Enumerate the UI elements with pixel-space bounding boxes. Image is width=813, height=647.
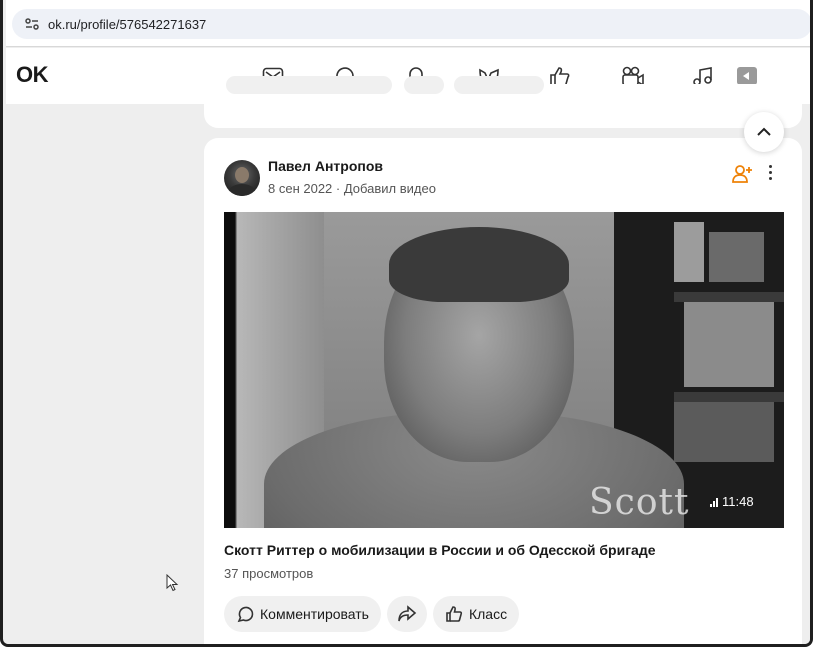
video-figure <box>389 227 569 302</box>
share-icon <box>398 605 417 622</box>
post-actions: Комментировать Класс <box>224 596 520 632</box>
comment-button[interactable]: Комментировать <box>224 596 381 632</box>
share-button[interactable] <box>386 596 427 632</box>
chevron-up-icon <box>757 127 771 136</box>
browser-window: ok.ru/profile/576542271637 OK Павел Антр… <box>0 0 813 647</box>
site-settings-icon[interactable] <box>20 12 44 36</box>
video-background <box>674 292 784 302</box>
quality-icon <box>710 497 718 507</box>
previous-share-button[interactable] <box>404 76 444 94</box>
klass-button[interactable]: Класс <box>432 596 520 632</box>
address-bar: ok.ru/profile/576542271637 <box>6 0 810 47</box>
post-menu-icon[interactable] <box>762 160 778 184</box>
url-text[interactable]: ok.ru/profile/576542271637 <box>48 17 206 32</box>
previous-comment-button[interactable] <box>226 76 392 94</box>
video-player[interactable]: Scott Ritter 11:48 <box>224 212 784 528</box>
video-title[interactable]: Скотт Риттер о мобилизации в России и об… <box>224 542 656 558</box>
previous-post-card <box>204 76 802 128</box>
post-meta: 8 сен 2022 · Добавил видео <box>268 181 436 196</box>
comment-label: Комментировать <box>260 606 369 622</box>
scroll-to-top-button[interactable] <box>744 112 784 152</box>
mouse-cursor-icon <box>166 573 180 592</box>
video-background <box>674 392 784 402</box>
post-author[interactable]: Павел Антропов <box>268 158 383 174</box>
like-icon <box>446 606 463 622</box>
omnibox[interactable]: ok.ru/profile/576542271637 <box>12 9 810 39</box>
duration-text: 11:48 <box>722 494 754 509</box>
add-friend-icon[interactable] <box>732 164 754 184</box>
previous-klass-button[interactable] <box>454 76 544 94</box>
video-duration: 11:48 <box>704 492 760 511</box>
post-card: Павел Антропов 8 сен 2022 · Добавил виде… <box>204 138 802 644</box>
avatar[interactable] <box>224 160 260 196</box>
ok-logo[interactable]: OK <box>16 62 49 88</box>
klass-label: Класс <box>468 606 508 622</box>
feed: Павел Антропов 8 сен 2022 · Добавил виде… <box>6 76 810 644</box>
view-count: 37 просмотров <box>224 566 314 581</box>
comment-icon <box>237 606 254 623</box>
